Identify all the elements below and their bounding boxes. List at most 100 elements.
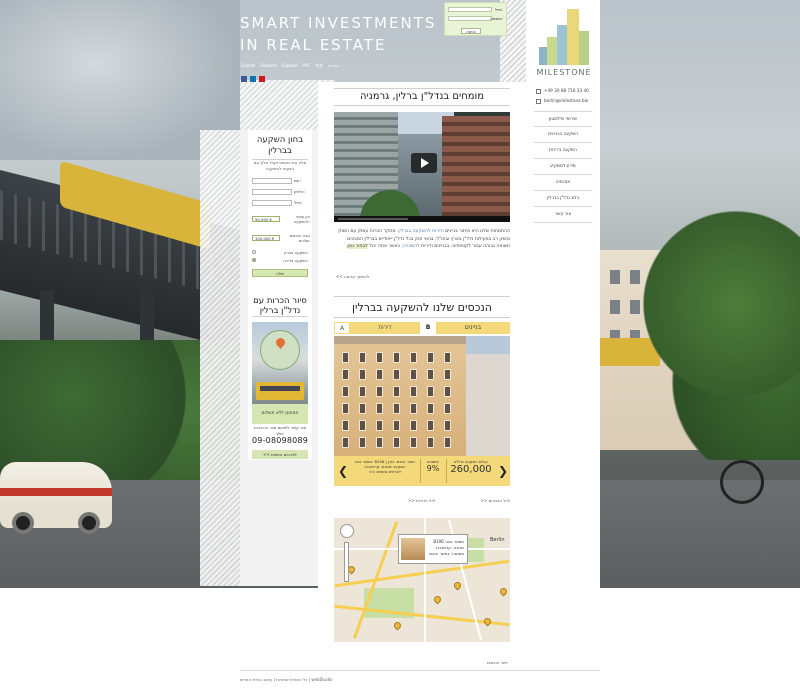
facade-window (359, 369, 366, 380)
radio-building[interactable] (252, 250, 256, 254)
menu-item-buildings[interactable]: השקעה בבניינים (534, 127, 592, 143)
footer-divider (240, 670, 600, 671)
intro-paragraph: ההתמחות שלנו היא איתור בניינים ודירות לה… (338, 229, 510, 250)
facade-window (393, 369, 400, 380)
link-all-buildings[interactable]: לכל הבניינים << (481, 498, 510, 503)
facade-window (359, 352, 366, 363)
name-field[interactable] (252, 178, 292, 184)
facade-window (444, 403, 451, 414)
footer-text: כל הזכויות שמורות | עיצוב ובניית אתרים |… (240, 677, 333, 682)
contact-email-text: berlin@milestone.biz (544, 98, 589, 103)
property-more-link[interactable]: << לפרטים נוספים (352, 469, 418, 474)
facade-window (410, 437, 417, 448)
menu-item-apartments[interactable]: השקעה בדירות (534, 143, 592, 159)
facade-window (376, 403, 383, 414)
intro-link-rent[interactable]: להשכרה (403, 244, 420, 249)
facade-window (393, 420, 400, 431)
social-links (241, 76, 265, 82)
equity-range-select[interactable]: 50,000 € (252, 216, 280, 222)
radio-building-label: השקעה בבניין (284, 250, 308, 255)
radio-apartment-label: השקעה בדירה (283, 258, 308, 263)
read-more-link[interactable]: << להמשך קריאה (336, 274, 369, 279)
facade-window (342, 369, 349, 380)
lang-hebrew[interactable]: עברית (328, 63, 339, 69)
facade-window (359, 437, 366, 448)
lang-chinese[interactable]: 中文 (315, 63, 323, 69)
login-email-input[interactable] (448, 7, 492, 12)
tour-free-badge: המוזמן ללא תשלום (252, 404, 308, 424)
menu-item-services[interactable]: שירותי מיילסטון (534, 111, 592, 127)
equity-range-label: הון עצמי להשקעה: (293, 214, 310, 224)
popup-line3: תשואה: באשר הנכס (429, 551, 464, 556)
tab-buildings[interactable]: בניינים (436, 322, 510, 334)
hero-title-line1: SMART INVESTMENTS (240, 14, 437, 32)
phone-field[interactable] (252, 189, 292, 195)
tab-a-letter[interactable]: A (334, 322, 350, 334)
facade-window (427, 403, 434, 414)
milestone-logo[interactable]: MILESTONE (533, 5, 595, 77)
lang-english[interactable]: English (241, 63, 255, 69)
next-arrow-icon[interactable]: ❯ (498, 464, 508, 478)
property-links: לכל הבניינים << לכל הדירות << (338, 498, 510, 503)
tab-b-letter[interactable]: B (420, 322, 436, 334)
tour-image[interactable] (252, 322, 308, 404)
email-field[interactable] (252, 200, 292, 206)
map-popup: מספר נכס: B106 שכונה: קרויצברג תשואה: בא… (398, 534, 468, 564)
map-pan-control[interactable] (340, 524, 354, 538)
total-range-select[interactable]: 100,000 € (252, 235, 280, 241)
facade-window (427, 437, 434, 448)
email-label: מייל: (294, 200, 303, 205)
contact-phone: +49 30 88 716 33 40 (536, 88, 589, 94)
facade-window (393, 386, 400, 397)
video-player[interactable] (334, 112, 510, 222)
tab-apartments[interactable]: דירות (350, 322, 420, 334)
facade-window (342, 386, 349, 397)
section-title-experts: מומחים בנדל"ן ברלין, גרמניה (334, 88, 510, 106)
login-button[interactable]: כניסה (461, 28, 481, 34)
send-button[interactable]: שלח (252, 269, 308, 277)
facebook-icon[interactable] (241, 76, 247, 82)
section-title-properties: הנכסים שלנו להשקעה בברלין (334, 296, 510, 318)
menu-item-blog[interactable]: בלוג נדל"ן בברלין (534, 191, 592, 207)
lang-espanol[interactable]: Español (282, 63, 298, 69)
contact-email[interactable]: berlin@milestone.biz (536, 98, 588, 104)
facade-window (359, 403, 366, 414)
facade-window (410, 369, 417, 380)
facade-window (410, 386, 417, 397)
contact-phone-text: +49 30 88 716 33 40 (544, 88, 589, 93)
facade-window (444, 386, 451, 397)
facade-window (427, 386, 434, 397)
property-photo[interactable] (334, 336, 510, 456)
login-password-input[interactable] (448, 16, 492, 21)
menu-item-investor-info[interactable]: מידע למשקיע (534, 159, 592, 175)
lang-deutsch[interactable]: Deutsch (260, 63, 276, 69)
intro-link-apartments[interactable]: ודירות להשקעה בברלין (398, 229, 443, 234)
facade-window (376, 369, 383, 380)
link-all-apartments[interactable]: לכל הדירות << (408, 498, 436, 503)
menu-item-contact[interactable]: צור קשר (534, 207, 592, 223)
map-city-label: Berlin (490, 537, 505, 543)
facade-window (427, 420, 434, 431)
yield-value: 9% (426, 464, 440, 473)
bus-icon (256, 382, 304, 400)
youtube-icon[interactable] (259, 76, 265, 82)
facade-window (444, 437, 451, 448)
tour-more-button[interactable]: << לפרטים נוספים (252, 450, 308, 459)
tour-phone[interactable]: 09-08098089 (252, 436, 308, 445)
prev-arrow-icon[interactable]: ❮ (338, 464, 348, 478)
menu-item-about[interactable]: אודותינו (534, 175, 592, 191)
lang-russian[interactable]: РУС (303, 63, 311, 69)
linkedin-icon[interactable] (250, 76, 256, 82)
property-info-bar: ❮ ❯ עלות השקעה כוללת: 260,000 תשואה: 9% … (334, 456, 510, 486)
hero-title-line2: IN REAL ESTATE (240, 36, 387, 54)
popup-thumbnail (401, 538, 425, 560)
play-icon[interactable] (411, 153, 437, 173)
facade-window (427, 369, 434, 380)
map-zoom-slider[interactable] (344, 542, 349, 582)
investment-form-description: מלא את הטופס וקבל אליך עם הצעות להשקעה (253, 160, 307, 171)
property-tour-link[interactable]: תיור הנכסים (487, 660, 508, 665)
radio-apartment[interactable] (252, 258, 256, 262)
login-box: מייל: סיסמה: כניסה (444, 2, 507, 36)
facade-window (342, 403, 349, 414)
login-password-label: סיסמה: (490, 16, 503, 21)
